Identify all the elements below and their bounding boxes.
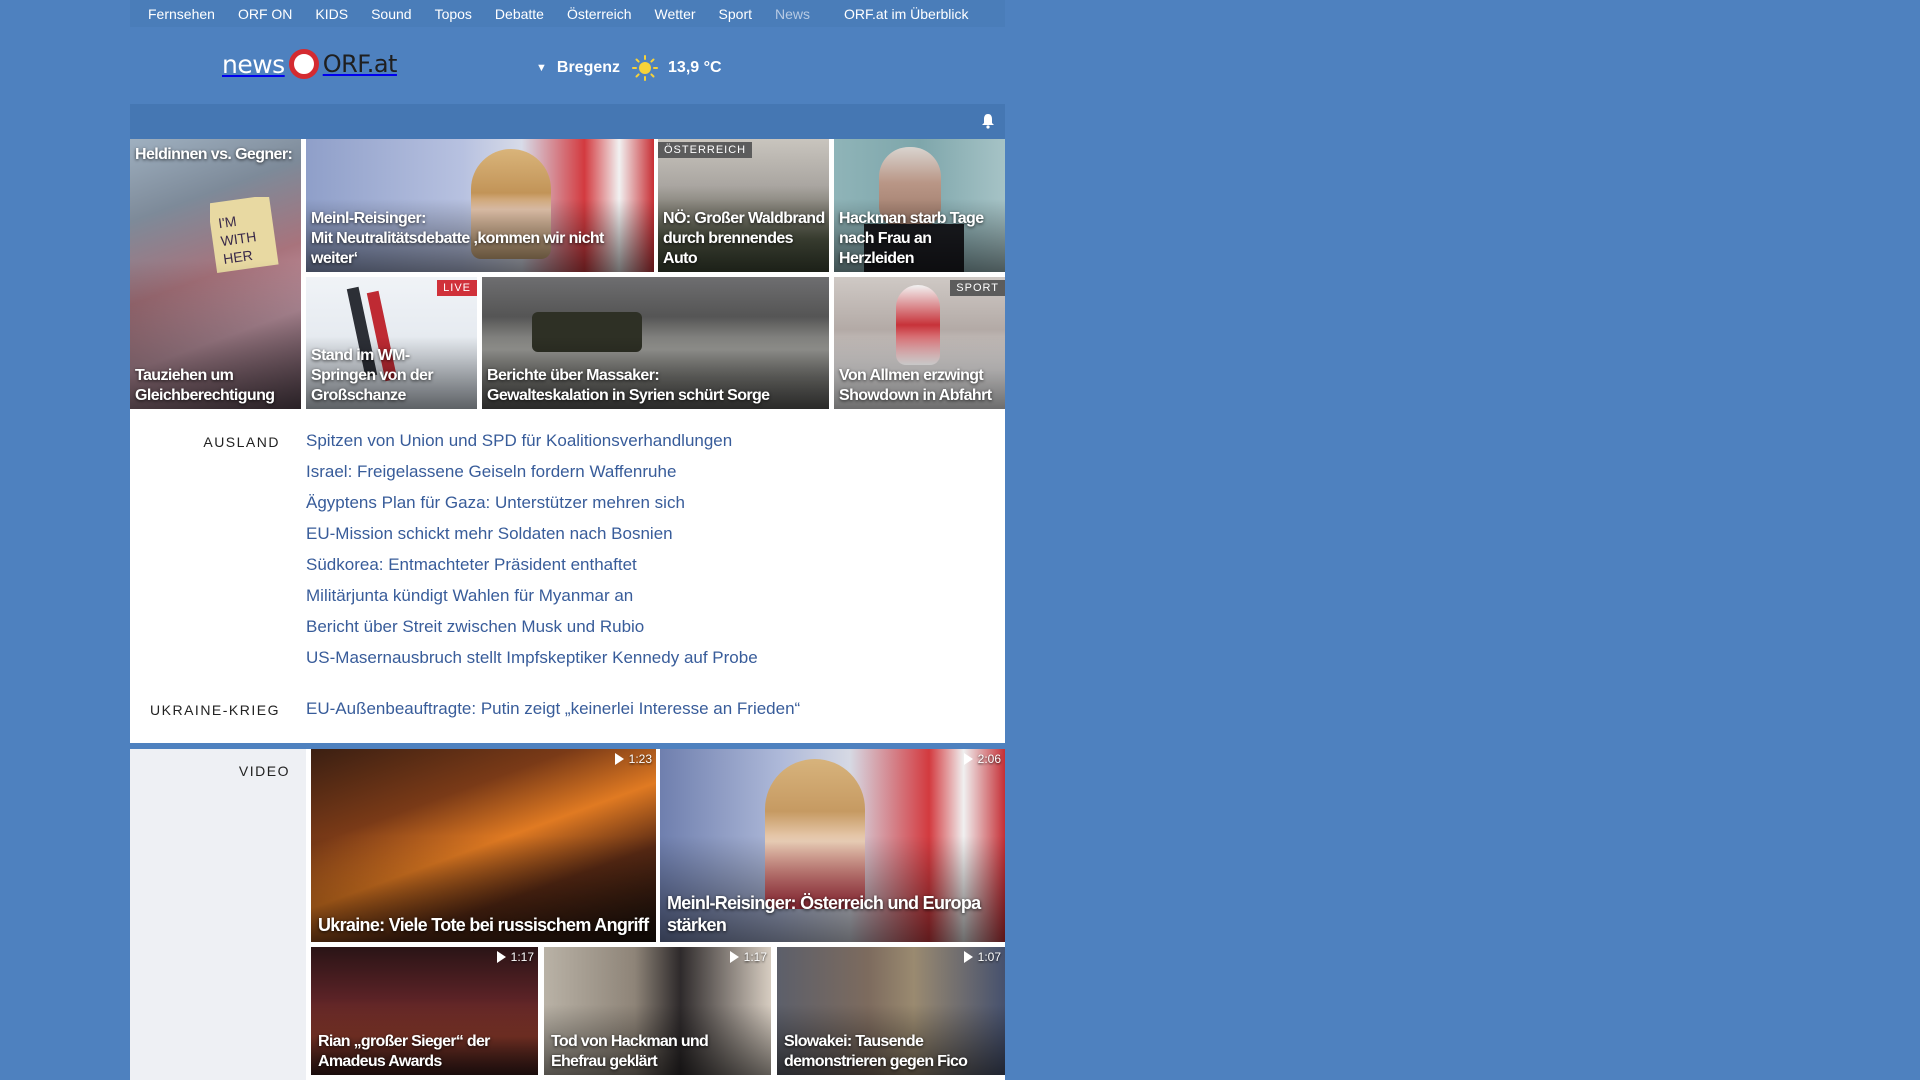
tile-caption-line2: Gewalteskalation in Syrien schürt Sorge <box>487 387 770 404</box>
tile-caption: Berichte über Massaker: Gewalteskalation… <box>487 366 825 406</box>
headline-link[interactable]: Südkorea: Entmachteter Präsident enthaft… <box>306 555 637 575</box>
tile-syrien[interactable]: Berichte über Massaker: Gewalteskalation… <box>482 277 829 409</box>
duration-text: 1:07 <box>977 950 1001 964</box>
top-navigation: Fernsehen ORF ON KIDS Sound Topos Debatt… <box>130 0 1005 27</box>
page-wrapper: Fernsehen ORF ON KIDS Sound Topos Debatt… <box>130 0 1005 743</box>
headline-link[interactable]: Bericht über Streit zwischen Musk und Ru… <box>306 617 644 637</box>
nav-news[interactable]: News <box>775 6 810 22</box>
nav-debatte[interactable]: Debatte <box>495 6 544 22</box>
tile-caption: Von Allmen erzwingt Showdown in Abfahrt <box>839 367 992 404</box>
category-badge: ÖSTERREICH <box>658 142 753 158</box>
weather-temperature: 13,9 °C <box>668 59 722 76</box>
site-header: news ORF.at ▼ Bregenz 13,9 °C <box>130 27 1005 104</box>
caret-down-icon: ▼ <box>536 62 547 74</box>
section-label-ausland: AUSLAND <box>203 434 280 450</box>
headline-sections: AUSLAND Spitzen von Union und SPD für Ko… <box>130 409 1005 743</box>
bell-icon[interactable] <box>981 113 995 129</box>
section-label-video: VIDEO <box>238 763 290 779</box>
weather-city: Bregenz <box>556 59 621 76</box>
tile-waldbrand[interactable]: ÖSTERREICH NÖ: Großer Waldbrand durch br… <box>658 139 829 272</box>
headline-link[interactable]: Spitzen von Union und SPD für Koalitions… <box>306 431 732 451</box>
tile-caption-line1: Berichte über Massaker: <box>487 367 660 384</box>
section-label-ukraine: UKRAINE-KRIEG <box>150 702 280 718</box>
video-caption: Meinl-Reisinger: Österreich und Europa s… <box>667 893 981 935</box>
play-icon <box>729 951 739 963</box>
logo-orf-text: ORF.at <box>322 50 398 78</box>
nav-topos[interactable]: Topos <box>435 6 472 22</box>
headline-link[interactable]: US-Masernausbruch stellt Impfskeptiker K… <box>306 648 758 668</box>
video-caption: Ukraine: Viele Tote bei russischem Angri… <box>318 915 649 935</box>
tile-von-allmen[interactable]: SPORT Von Allmen erzwingt Showdown in Ab… <box>834 277 1005 409</box>
nav-sport[interactable]: Sport <box>719 6 752 22</box>
category-badge: SPORT <box>950 280 1005 296</box>
tile-heldinnen[interactable]: I'M WITH HER Heldinnen vs. Gegner: Tauzi… <box>130 139 301 409</box>
top-stories: I'M WITH HER Heldinnen vs. Gegner: Tauzi… <box>130 139 1005 409</box>
video-caption: Rian „großer Sieger“ der Amadeus Awards <box>318 1033 490 1070</box>
nav-orf-on[interactable]: ORF ON <box>238 6 292 22</box>
tile-caption: NÖ: Großer Waldbrand durch brennendes Au… <box>663 210 825 267</box>
headline-link[interactable]: EU-Mission schickt mehr Soldaten nach Bo… <box>306 524 673 544</box>
video-rian[interactable]: 1:17 Rian „großer Sieger“ der Amadeus Aw… <box>311 947 538 1075</box>
nav-wetter[interactable]: Wetter <box>655 6 696 22</box>
play-icon <box>963 753 973 765</box>
video-duration: 2:06 <box>963 752 1001 766</box>
sun-icon <box>632 55 659 81</box>
header-bar <box>130 104 1005 139</box>
video-hackman[interactable]: 1:17 Tod von Hackman und Ehefrau geklärt <box>544 947 771 1075</box>
video-ukraine[interactable]: 1:23 Ukraine: Viele Tote bei russischem … <box>311 749 656 942</box>
video-caption: Tod von Hackman und Ehefrau geklärt <box>551 1033 709 1070</box>
video-meinl-reisinger[interactable]: 2:06 Meinl-Reisinger: Österreich und Eur… <box>660 749 1005 942</box>
weather-widget[interactable]: ▼ Bregenz 13,9 °C <box>536 55 722 81</box>
nav-kids[interactable]: KIDS <box>315 6 348 22</box>
video-duration: 1:23 <box>614 752 652 766</box>
tile-caption: Tauziehen um Gleichberechtigung <box>135 367 275 404</box>
nav-sound[interactable]: Sound <box>371 6 411 22</box>
tile-topcaption: Heldinnen vs. Gegner: <box>135 146 293 163</box>
duration-text: 1:17 <box>743 950 767 964</box>
play-icon <box>496 951 506 963</box>
nav-oesterreich[interactable]: Österreich <box>567 6 632 22</box>
headline-link[interactable]: Militärjunta kündigt Wahlen für Myanmar … <box>306 586 633 606</box>
orf-eye-icon <box>288 49 319 79</box>
tile-meinl-reisinger[interactable]: Meinl-Reisinger: Mit Neutralitätsdebatte… <box>306 139 654 272</box>
news-orf-logo[interactable]: news ORF.at <box>222 49 397 79</box>
video-slowakei[interactable]: 1:07 Slowakei: Tausende demonstrieren ge… <box>777 947 1005 1075</box>
play-icon <box>614 753 624 765</box>
video-duration: 1:07 <box>963 950 1001 964</box>
video-duration: 1:17 <box>729 950 767 964</box>
nav-orf-overview[interactable]: ORF.at im Überblick <box>844 6 968 22</box>
logo-news-text: news <box>222 49 285 79</box>
duration-text: 1:17 <box>510 950 534 964</box>
video-section: VIDEO 1:23 Ukraine: Viele Tote bei russi… <box>130 749 1005 1080</box>
headline-link[interactable]: EU-Außenbeauftragte: Putin zeigt „keiner… <box>306 699 800 719</box>
headline-link[interactable]: Ägyptens Plan für Gaza: Unterstützer meh… <box>306 493 685 513</box>
nav-fernsehen[interactable]: Fernsehen <box>148 6 215 22</box>
headline-link[interactable]: Israel: Freigelassene Geiseln fordern Wa… <box>306 462 676 482</box>
video-sidebar <box>130 749 306 1080</box>
tile-springen[interactable]: LIVE Stand im WM-Springen von der Großsc… <box>306 277 477 409</box>
duration-text: 2:06 <box>977 752 1001 766</box>
play-icon <box>963 951 973 963</box>
duration-text: 1:23 <box>628 752 652 766</box>
live-badge: LIVE <box>437 280 477 296</box>
tile-caption: Stand im WM-Springen von der Großschanze <box>311 347 434 404</box>
tile-caption-line2: Mit Neutralitätsdebatte ‚kommen wir nich… <box>311 230 604 267</box>
tile-hackman[interactable]: Hackman starb Tage nach Frau an Herzleid… <box>834 139 1005 272</box>
tile-caption-line1: Meinl-Reisinger: <box>311 210 426 227</box>
tile-caption: Hackman starb Tage nach Frau an Herzleid… <box>839 210 984 267</box>
tile-caption: Meinl-Reisinger: Mit Neutralitätsdebatte… <box>311 209 650 269</box>
video-duration: 1:17 <box>496 950 534 964</box>
video-caption: Slowakei: Tausende demonstrieren gegen F… <box>784 1033 968 1070</box>
